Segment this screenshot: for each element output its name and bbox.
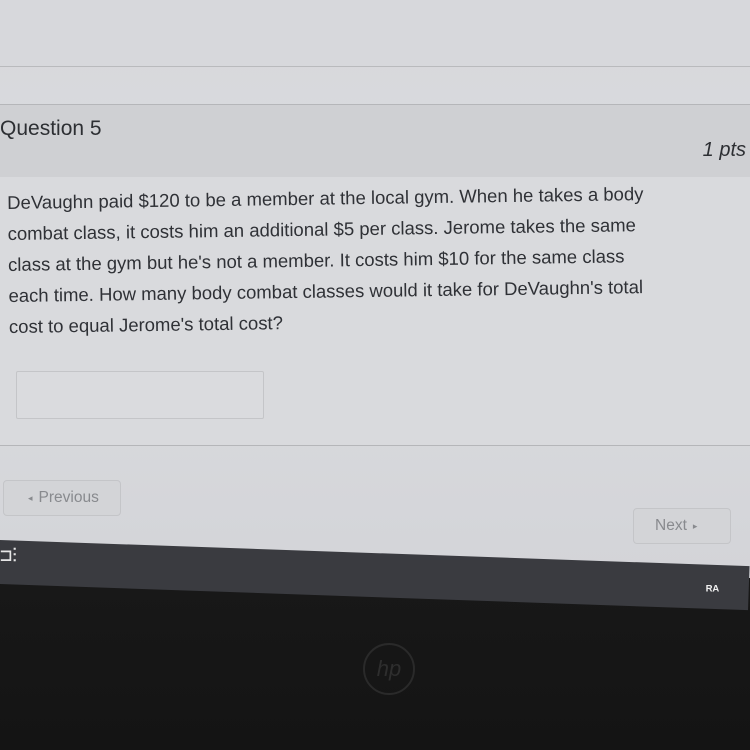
hp-logo: hp: [363, 643, 415, 695]
question-title: Question 5: [0, 117, 102, 140]
previous-button[interactable]: ◂ Previous: [3, 480, 121, 516]
next-label: Next: [655, 517, 687, 534]
question-header: Question 5 1 pts: [0, 104, 750, 178]
divider: [0, 66, 750, 67]
question-text: DeVaughn paid $120 to be a member at the…: [7, 177, 744, 342]
accessibility-icon[interactable]: ᴿᴬ: [706, 582, 719, 598]
next-button[interactable]: Next ▸: [633, 508, 731, 544]
monitor-frame: Question 5 1 pts DeVaughn paid $120 to b…: [0, 0, 750, 750]
previous-label: Previous: [38, 489, 99, 506]
top-blank-area: [0, 0, 750, 66]
chevron-right-icon: ▸: [692, 520, 698, 531]
taskbar-app-icon[interactable]: ⊐⫶: [0, 543, 17, 567]
question-points: 1 pts: [702, 139, 746, 161]
screen: Question 5 1 pts DeVaughn paid $120 to b…: [0, 0, 750, 578]
chevron-left-icon: ◂: [28, 492, 33, 503]
answer-input[interactable]: [16, 371, 264, 419]
question-body: DeVaughn paid $120 to be a member at the…: [0, 177, 750, 446]
